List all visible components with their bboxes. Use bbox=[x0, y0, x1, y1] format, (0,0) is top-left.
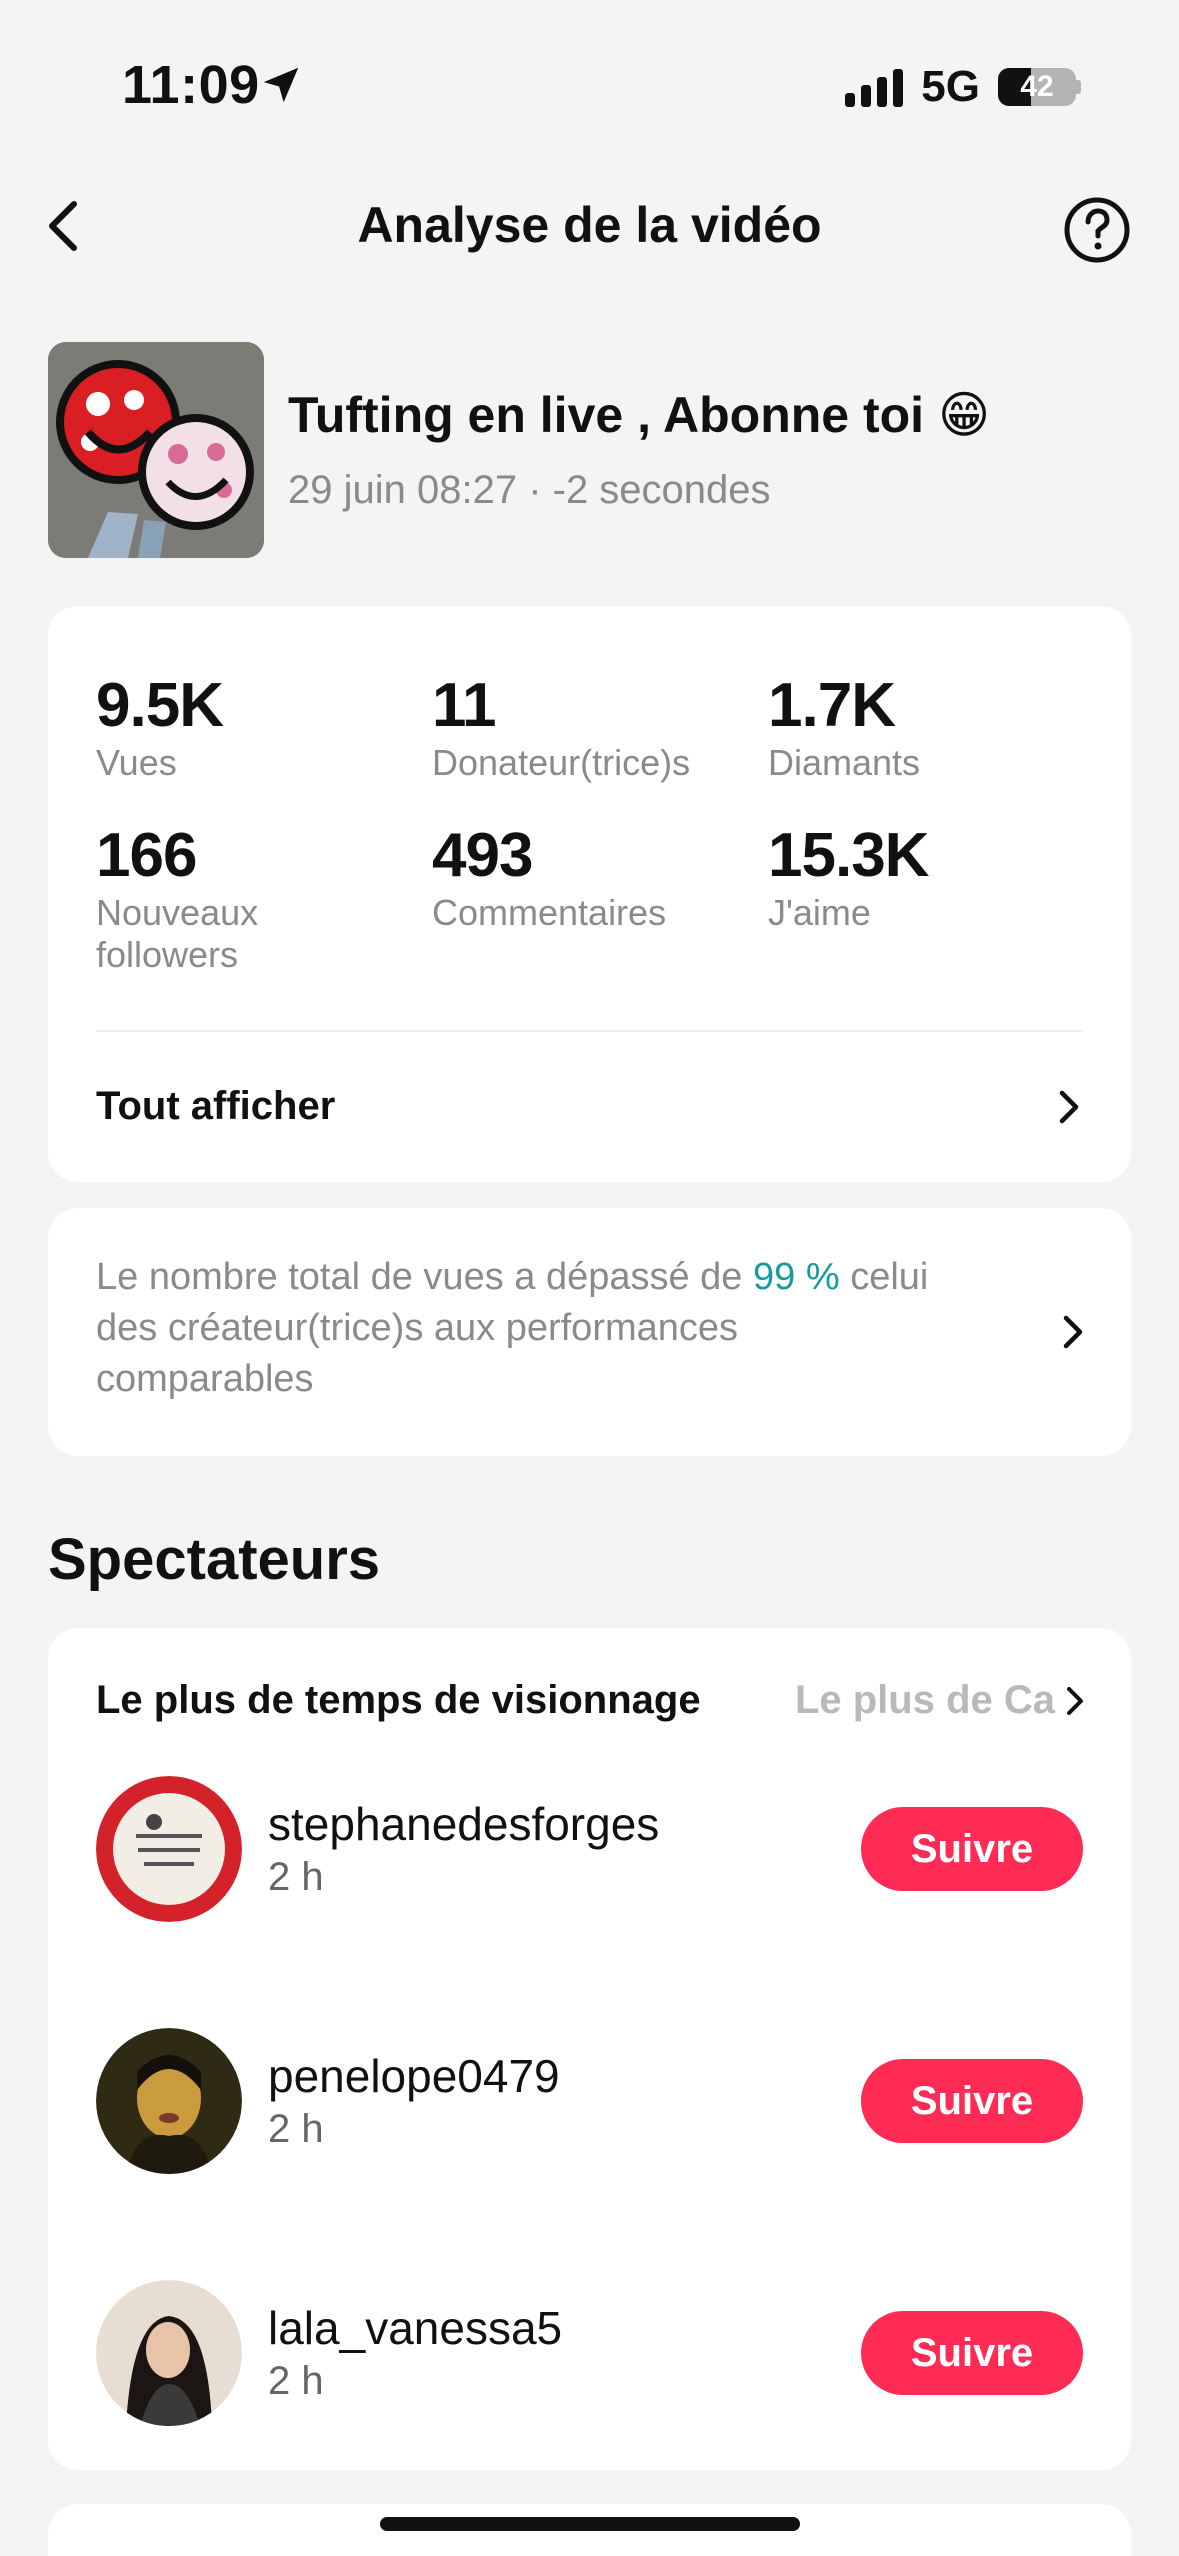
stat-donors: 11 Donateur(trice)s bbox=[432, 670, 690, 784]
status-indicators: 5G 42 bbox=[845, 62, 1081, 112]
chevron-right-icon bbox=[1059, 1090, 1079, 1123]
stat-label: Diamants bbox=[768, 742, 921, 783]
stat-value: 9.5K bbox=[96, 671, 224, 740]
tab-most-gifts-label: Le plus de Ca bbox=[794, 1678, 1055, 1722]
stat-comments: 493 Commentaires bbox=[432, 820, 666, 934]
stat-value: 15.3K bbox=[768, 821, 929, 890]
viewers-card: Le plus de temps de visionnage Le plus d… bbox=[48, 1628, 1131, 2470]
show-all-label: Tout afficher bbox=[96, 1084, 336, 1128]
viewer-name: stephanedesforges bbox=[268, 1798, 660, 1850]
status-time: 11:09 bbox=[122, 55, 260, 115]
viewer-name: lala_vanessa5 bbox=[268, 2302, 563, 2354]
viewer-watch-time: 2 h bbox=[268, 2107, 324, 2151]
chevron-right-icon bbox=[1067, 1686, 1083, 1715]
follow-button[interactable]: Suivre bbox=[861, 2311, 1083, 2395]
avatar[interactable] bbox=[96, 2280, 242, 2426]
stat-label: Donateur(trice)s bbox=[432, 742, 691, 783]
stat-label: J'aime bbox=[768, 892, 871, 933]
stat-likes: 15.3K J'aime bbox=[768, 820, 929, 934]
performance-text-start: Le nombre total de vues a dépassé de bbox=[96, 1256, 754, 1298]
video-thumbnail[interactable] bbox=[48, 342, 264, 558]
divider bbox=[96, 1030, 1083, 1032]
stat-new-followers: 166 Nouveaux followers bbox=[96, 820, 336, 976]
follow-button[interactable]: Suivre bbox=[861, 1807, 1083, 1891]
stat-value: 1.7K bbox=[768, 671, 896, 740]
stat-value: 11 bbox=[432, 671, 497, 740]
battery-level: 42 bbox=[1020, 70, 1054, 103]
avatar[interactable] bbox=[96, 1776, 242, 1922]
section-title-spectators: Spectateurs bbox=[48, 1527, 381, 1592]
video-title: Tufting en live , Abonne toi 😁 bbox=[288, 387, 991, 443]
stat-views: 9.5K Vues bbox=[96, 670, 224, 784]
stat-value: 493 bbox=[432, 821, 533, 890]
help-button[interactable] bbox=[1063, 196, 1131, 264]
list-item[interactable]: penelope0479 2 h Suivre bbox=[96, 2028, 1083, 2174]
stat-value: 166 bbox=[96, 821, 197, 890]
cellular-signal-icon bbox=[845, 67, 904, 107]
location-arrow-icon bbox=[258, 62, 304, 113]
stat-diamonds: 1.7K Diamants bbox=[768, 670, 920, 784]
video-subtitle: 29 juin 08:27 · -2 secondes bbox=[288, 468, 771, 512]
network-type: 5G bbox=[921, 62, 980, 111]
show-all-button[interactable]: Tout afficher bbox=[96, 1084, 1083, 1129]
stats-card: 9.5K Vues 11 Donateur(trice)s 1.7K Diama… bbox=[48, 606, 1131, 1182]
battery-icon: 42 bbox=[998, 68, 1076, 106]
tab-most-watch-time[interactable]: Le plus de temps de visionnage bbox=[96, 1678, 701, 1723]
performance-card[interactable]: Le nombre total de vues a dépassé de 99 … bbox=[48, 1208, 1131, 1456]
avatar[interactable] bbox=[96, 2028, 242, 2174]
performance-highlight: 99 % bbox=[753, 1256, 840, 1298]
follow-button[interactable]: Suivre bbox=[861, 2059, 1083, 2143]
viewer-tabs: Le plus de temps de visionnage Le plus d… bbox=[96, 1678, 1087, 1723]
page-title: Analyse de la vidéo bbox=[357, 197, 822, 253]
list-item[interactable]: stephanedesforges 2 h Suivre bbox=[96, 1776, 1083, 1922]
viewer-watch-time: 2 h bbox=[268, 1855, 324, 1899]
performance-text: Le nombre total de vues a dépassé de 99 … bbox=[96, 1252, 956, 1405]
viewer-watch-time: 2 h bbox=[268, 2359, 324, 2403]
chevron-right-icon bbox=[1063, 1315, 1083, 1349]
viewer-name: penelope0479 bbox=[268, 2050, 560, 2102]
list-item[interactable]: lala_vanessa5 2 h Suivre bbox=[96, 2280, 1083, 2426]
question-circle-icon bbox=[1064, 197, 1130, 263]
home-indicator bbox=[380, 2517, 800, 2531]
stat-label: Nouveaux followers bbox=[96, 892, 259, 975]
stat-label: Commentaires bbox=[432, 892, 667, 933]
stat-label: Vues bbox=[96, 742, 177, 783]
tab-most-gifts[interactable]: Le plus de Ca bbox=[795, 1678, 1087, 1723]
